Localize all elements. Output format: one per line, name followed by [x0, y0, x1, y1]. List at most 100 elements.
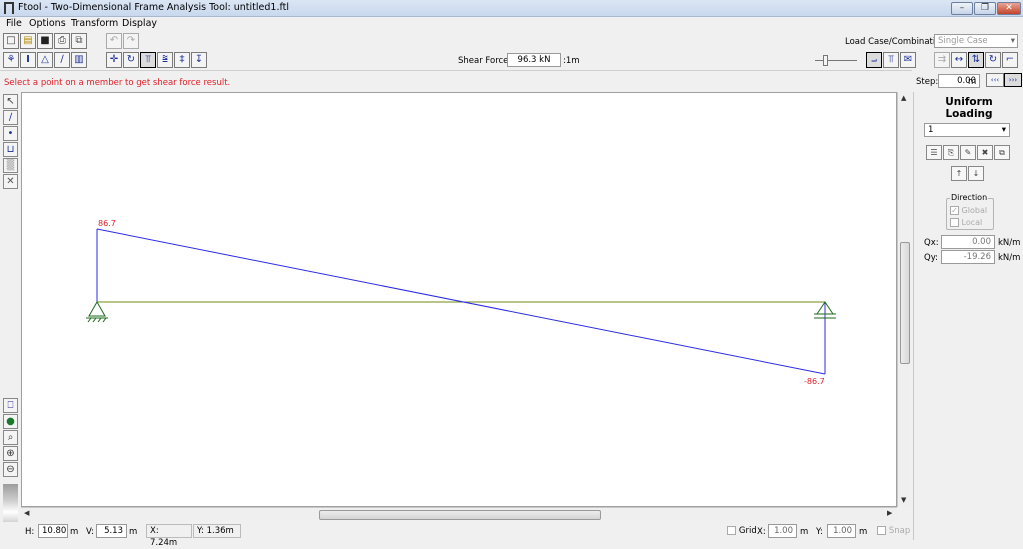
- grid-pattern-icon[interactable]: ▒: [3, 158, 18, 173]
- qx-label: Qx:: [924, 238, 939, 248]
- grid-y-field[interactable]: 1.00: [827, 524, 856, 538]
- save-disk-icon[interactable]: ■: [37, 33, 53, 49]
- undo-icon[interactable]: ↶: [106, 33, 122, 49]
- direction-label: Direction: [950, 193, 989, 202]
- minimize-button[interactable]: –: [951, 2, 973, 15]
- menu-file[interactable]: File: [6, 18, 22, 29]
- restore-button[interactable]: ❐: [974, 2, 996, 15]
- axial-force-icon[interactable]: ⇉: [934, 52, 950, 68]
- load-select[interactable]: 1 ▾: [924, 123, 1010, 137]
- checkbox-icon: [877, 526, 886, 535]
- panel-title-line1: Uniform: [945, 96, 993, 108]
- menu-display[interactable]: Display: [122, 18, 157, 29]
- qy-field[interactable]: -19.26: [941, 250, 995, 264]
- global-label: Global: [961, 206, 988, 215]
- snap-label: Snap: [888, 526, 911, 536]
- scroll-up-icon[interactable]: ▲: [901, 94, 906, 102]
- scale-label: :1m: [563, 56, 580, 66]
- scroll-left-icon[interactable]: ◀: [24, 509, 29, 517]
- nodal-force-icon[interactable]: ✛: [106, 52, 122, 68]
- pinned-support-icon: [86, 300, 108, 323]
- step-left-icon[interactable]: ‹‹‹: [986, 73, 1004, 87]
- apply-load-icon[interactable]: ⎘: [943, 145, 959, 160]
- delete-load-icon[interactable]: ✖: [977, 145, 993, 160]
- frame-icon[interactable]: ▥: [71, 52, 87, 68]
- copy-load-icon[interactable]: ⧉: [994, 145, 1010, 160]
- horizontal-scrollbar[interactable]: ◀ ▶: [21, 507, 897, 521]
- global-checkbox[interactable]: ✓ Global: [950, 206, 987, 215]
- drawing-canvas[interactable]: 86.7 -86.7: [21, 92, 897, 507]
- open-folder-icon[interactable]: ▤: [20, 33, 36, 49]
- shear-force-icon[interactable]: ⇅: [968, 52, 984, 68]
- checkbox-icon: [950, 218, 959, 227]
- select-arrow-icon[interactable]: ↖: [3, 94, 18, 109]
- menu-options[interactable]: Options: [29, 18, 66, 29]
- snap-checkbox[interactable]: Snap: [877, 526, 910, 536]
- grid-y-label: Y:: [816, 527, 823, 537]
- horizontal-arrow-icon[interactable]: ↔: [951, 52, 967, 68]
- deformed-shape-icon[interactable]: ⨼: [866, 52, 882, 68]
- grid-checkbox[interactable]: Grid: [727, 526, 757, 536]
- uniform-loading-panel: Uniform Loading 1 ▾ ☰ ⎘ ✎ ✖ ⧉ ↑ ↓ Direct…: [913, 92, 1023, 540]
- hinge-icon[interactable]: ∕: [54, 52, 70, 68]
- zoom-icon[interactable]: ⌕: [3, 430, 18, 445]
- vertical-scroll-thumb[interactable]: [900, 242, 910, 364]
- print-icon[interactable]: ⎙: [54, 33, 70, 49]
- scroll-down-icon[interactable]: ▼: [901, 496, 906, 504]
- section-icon[interactable]: I: [20, 52, 36, 68]
- envelope-icon[interactable]: ✉: [900, 52, 916, 68]
- qx-unit: kN/m: [998, 238, 1021, 248]
- node-point-icon[interactable]: •: [3, 126, 18, 141]
- chevron-down-icon: ▾: [1001, 125, 1006, 135]
- linear-load-icon[interactable]: ⩰: [157, 52, 173, 68]
- load-down-icon[interactable]: ↓: [968, 166, 984, 181]
- v-unit: m: [129, 527, 138, 537]
- zoom-in-icon[interactable]: ⊕: [3, 446, 18, 461]
- dimension-icon[interactable]: ⊔: [3, 142, 18, 157]
- monitor-icon[interactable]: ⎕: [3, 398, 18, 413]
- new-file-icon[interactable]: □: [3, 33, 19, 49]
- material-icon[interactable]: ⚘: [3, 52, 19, 68]
- load-case-value: Single Case: [938, 36, 988, 46]
- local-checkbox[interactable]: Local: [950, 218, 982, 227]
- status-message: Select a point on a member to get shear …: [4, 78, 231, 88]
- redo-icon[interactable]: ↷: [123, 33, 139, 49]
- shear-diagram-svg: 86.7 -86.7: [86, 219, 836, 386]
- chevron-down-icon: ▾: [1010, 36, 1015, 46]
- new-load-icon[interactable]: ☰: [926, 145, 942, 160]
- horizontal-scroll-thumb[interactable]: [319, 510, 601, 520]
- slider-handle[interactable]: [823, 55, 828, 66]
- v-field[interactable]: 5.13: [96, 524, 127, 538]
- step-right-icon[interactable]: ›››: [1004, 73, 1022, 87]
- status-bar: H: 10.80 m V: 5.13 m X: 7.24m Y: 1.36m G…: [0, 522, 912, 548]
- deformation-icon[interactable]: ⌐: [1002, 52, 1018, 68]
- step-unit: m: [968, 77, 977, 87]
- delete-x-icon[interactable]: ✕: [3, 174, 18, 189]
- copy-icon[interactable]: ⧉: [71, 33, 87, 49]
- grid-x-field[interactable]: 1.00: [768, 524, 797, 538]
- bending-moment-icon[interactable]: ↻: [985, 52, 1001, 68]
- load-case-select[interactable]: Single Case ▾: [934, 34, 1018, 48]
- displacement-load-icon[interactable]: ↧: [191, 52, 207, 68]
- close-button[interactable]: ✕: [997, 2, 1021, 15]
- uniform-load-icon[interactable]: ⫪: [140, 52, 156, 68]
- globe-icon[interactable]: ●: [3, 414, 18, 429]
- nodal-moment-icon[interactable]: ↻: [123, 52, 139, 68]
- reactions-icon[interactable]: ⫪: [883, 52, 899, 68]
- load-up-icon[interactable]: ↑: [951, 166, 967, 181]
- support-icon[interactable]: △: [37, 52, 53, 68]
- zoom-out-icon[interactable]: ⊖: [3, 462, 18, 477]
- qx-field[interactable]: 0.00: [941, 235, 995, 249]
- left-shear-value: 86.7: [98, 219, 116, 228]
- shear-force-scale-field[interactable]: 96.3 kN: [507, 53, 561, 67]
- scroll-right-icon[interactable]: ▶: [887, 509, 892, 517]
- vertical-scrollbar[interactable]: ▲ ▼: [897, 92, 911, 507]
- qy-unit: kN/m: [998, 253, 1021, 263]
- thermal-load-icon[interactable]: ‡: [174, 52, 190, 68]
- edit-load-icon[interactable]: ✎: [960, 145, 976, 160]
- h-unit: m: [70, 527, 79, 537]
- h-field[interactable]: 10.80: [38, 524, 68, 538]
- scale-slider[interactable]: [815, 55, 857, 66]
- menu-transform[interactable]: Transform: [71, 18, 118, 29]
- line-member-icon[interactable]: ∕: [3, 110, 18, 125]
